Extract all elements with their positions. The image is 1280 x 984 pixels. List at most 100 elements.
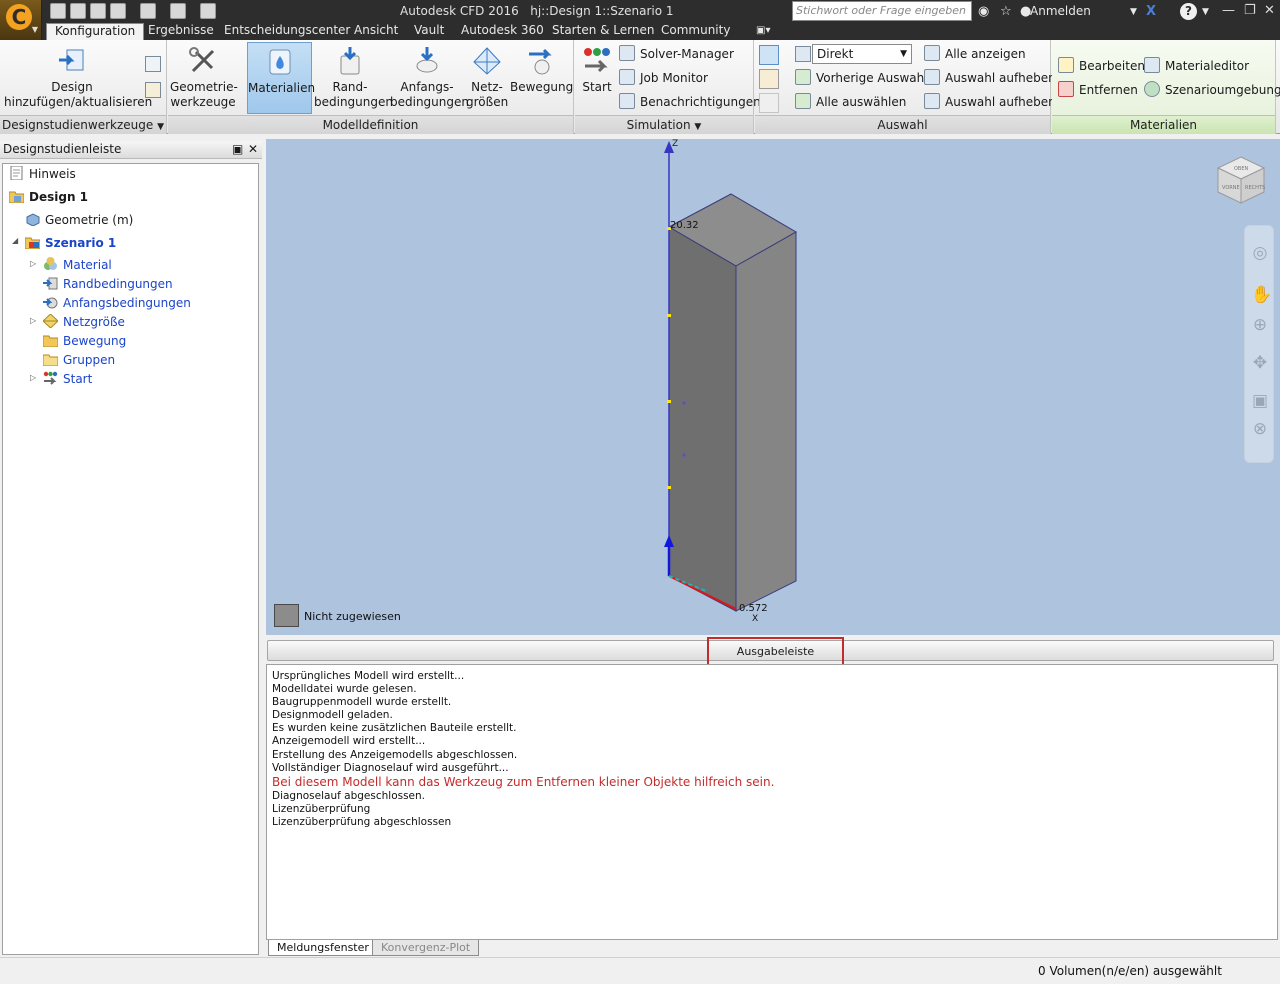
clear-selection-button-2[interactable]: Auswahl aufheben (924, 92, 1056, 112)
pin-icon[interactable]: ▣ (232, 141, 243, 158)
initial-conditions-button[interactable]: Anfangs- bedingungen (390, 42, 469, 114)
tree-item-geometry[interactable]: Geometrie (m) (25, 211, 133, 230)
view-icon[interactable] (170, 3, 186, 19)
tree-item-boundary-conditions[interactable]: Randbedingungen (43, 275, 173, 294)
select-all-icon (795, 93, 811, 109)
expand-icon[interactable]: ▷ (30, 316, 36, 325)
select-icon[interactable] (140, 3, 156, 19)
notifications-button[interactable]: Benachrichtigungen (619, 92, 761, 112)
mesh-sizes-icon (473, 47, 501, 75)
save-all-icon[interactable] (110, 3, 126, 19)
output-line: Anzeigemodell wird erstellt... (272, 735, 426, 748)
look-at-icon[interactable]: ▣ (1251, 392, 1269, 410)
box-front-face[interactable] (668, 226, 737, 612)
box-side-face[interactable] (735, 231, 797, 612)
previous-selection-button[interactable]: Vorherige Auswahl (795, 68, 928, 88)
tree-item-material[interactable]: Material (43, 256, 112, 275)
open-folder-icon[interactable] (70, 3, 86, 19)
material-editor-button[interactable]: Materialeditor (1144, 56, 1249, 76)
output-line: Modelldatei wurde gelesen. (272, 683, 417, 696)
boundary-conditions-icon (43, 277, 58, 290)
tree-item-hinweis[interactable]: Hinweis (9, 165, 76, 184)
tree-item-groups[interactable]: Gruppen (43, 351, 115, 370)
chevron-down-icon[interactable]: ▼ (1130, 7, 1137, 17)
copy-design-icon[interactable] (145, 56, 161, 72)
expand-icon[interactable]: ▷ (30, 259, 36, 268)
selection-mode-select[interactable]: Direkt ▼ (812, 44, 912, 64)
scenario-environment-button[interactable]: Szenarioumgebung (1144, 80, 1280, 100)
job-monitor-button[interactable]: Job Monitor (619, 68, 708, 88)
signin-button[interactable]: Anmelden (1030, 4, 1091, 18)
star-icon[interactable]: ☆ (1000, 4, 1012, 19)
output-bar[interactable]: Ausgabeleiste (267, 637, 1274, 667)
binoculars-icon[interactable]: ◉ (978, 4, 989, 19)
edit-design-icon[interactable] (145, 82, 161, 98)
tree-item-mesh-size[interactable]: Netzgröße (43, 313, 125, 332)
new-file-icon[interactable] (50, 3, 66, 19)
save-icon[interactable] (90, 3, 106, 19)
application-menu-button[interactable]: C ▼ (0, 0, 42, 40)
edit-material-button[interactable]: Bearbeiten (1058, 56, 1145, 76)
tree-item-scenario[interactable]: Szenario 1 (25, 234, 116, 253)
tree-item-start[interactable]: Start (43, 370, 92, 389)
restore-icon[interactable]: ❐ (1244, 3, 1256, 18)
panel-title-auswahl: Auswahl (755, 115, 1050, 134)
tab-ergebnisse[interactable]: Ergebnisse (140, 23, 222, 40)
tab-community[interactable]: Community (653, 23, 738, 40)
output-bar-label[interactable]: Ausgabeleiste (707, 637, 844, 667)
show-all-button[interactable]: Alle anzeigen (924, 44, 1026, 64)
add-update-design-button[interactable]: Design hinzufügen/aktualisieren (4, 42, 152, 114)
clear-selection-icon (924, 69, 940, 85)
start-simulation-button[interactable]: Start (577, 42, 617, 114)
panel-title-designstudienwerkzeuge[interactable]: Designstudienwerkzeuge ▼ (0, 115, 166, 134)
tab-konfiguration[interactable]: Konfiguration (46, 23, 145, 40)
expand-icon[interactable]: ▷ (30, 373, 36, 382)
pan-hand-icon[interactable]: ✋ (1251, 286, 1272, 304)
graphics-viewport[interactable]: Z 20.32 0.572 X OBEN VORNE RECHTS ◎ ✋ ⊕ … (266, 139, 1280, 635)
exchange-icon[interactable]: X (1146, 4, 1156, 19)
minimize-icon[interactable]: — (1222, 3, 1235, 18)
tab-ansicht[interactable]: Ansicht (346, 23, 406, 40)
close-icon[interactable]: ✕ (1264, 3, 1275, 18)
clear-selection-button-1[interactable]: Auswahl aufheben (924, 68, 1056, 88)
select-cursor-icon[interactable] (759, 45, 779, 65)
start-simulation-icon (584, 48, 610, 73)
remove-material-button[interactable]: Entfernen (1058, 80, 1138, 100)
ruler-tick (667, 314, 671, 317)
help-chevron-icon[interactable]: ▼ (1202, 7, 1209, 17)
tab-convergence-plot[interactable]: Konvergenz-Plot (372, 940, 480, 956)
geometry-tools-button[interactable]: Geometrie- werkzeuge (170, 42, 238, 114)
select-all-button[interactable]: Alle auswählen (795, 92, 906, 112)
tab-starten-lernen[interactable]: Starten & Lernen (544, 23, 662, 40)
settings-icon[interactable] (200, 3, 216, 19)
close-panel-icon[interactable]: ✕ (248, 141, 258, 158)
tab-message-window[interactable]: Meldungsfenster (268, 940, 378, 956)
solver-manager-button[interactable]: Solver-Manager (619, 44, 734, 64)
zoom-icon[interactable]: ⊕ (1251, 316, 1269, 334)
help-icon[interactable]: ? (1180, 3, 1197, 20)
select-volume-icon[interactable] (759, 69, 779, 89)
boundary-conditions-button[interactable]: Rand- bedingungen (314, 42, 393, 114)
view-cube[interactable]: OBEN VORNE RECHTS (1214, 153, 1268, 207)
clear-icon[interactable]: ⊗ (1251, 420, 1269, 438)
orbit-icon[interactable]: ✥ (1251, 354, 1269, 372)
output-line: Diagnoselauf abgeschlossen. (272, 789, 426, 802)
viewcube-top-label: OBEN (1234, 166, 1249, 172)
materials-button[interactable]: Materialien (247, 42, 315, 114)
steering-wheel-icon[interactable]: ◎ (1251, 244, 1269, 262)
collapse-icon[interactable]: ◢ (12, 236, 18, 245)
previous-selection-icon (795, 69, 811, 85)
panel-title-simulation[interactable]: Simulation ▼ (575, 115, 753, 134)
groups-folder-icon (43, 354, 58, 366)
select-surface-icon[interactable] (759, 93, 779, 113)
tree-item-initial-conditions[interactable]: Anfangsbedingungen (43, 294, 191, 313)
tab-autodesk-360[interactable]: Autodesk 360 (453, 23, 552, 40)
tab-entscheidungscenter[interactable]: Entscheidungscenter (216, 23, 358, 40)
motion-button[interactable]: Bewegung (510, 42, 573, 114)
tree-item-motion[interactable]: Bewegung (43, 332, 126, 351)
tree-item-design[interactable]: Design 1 (9, 188, 88, 207)
ribbon-options-icon[interactable]: ▣▾ (748, 23, 778, 40)
tab-vault[interactable]: Vault (406, 23, 452, 40)
search-input[interactable]: Stichwort oder Frage eingeben (792, 1, 972, 21)
mesh-sizes-button[interactable]: Netz- größen (466, 42, 508, 114)
